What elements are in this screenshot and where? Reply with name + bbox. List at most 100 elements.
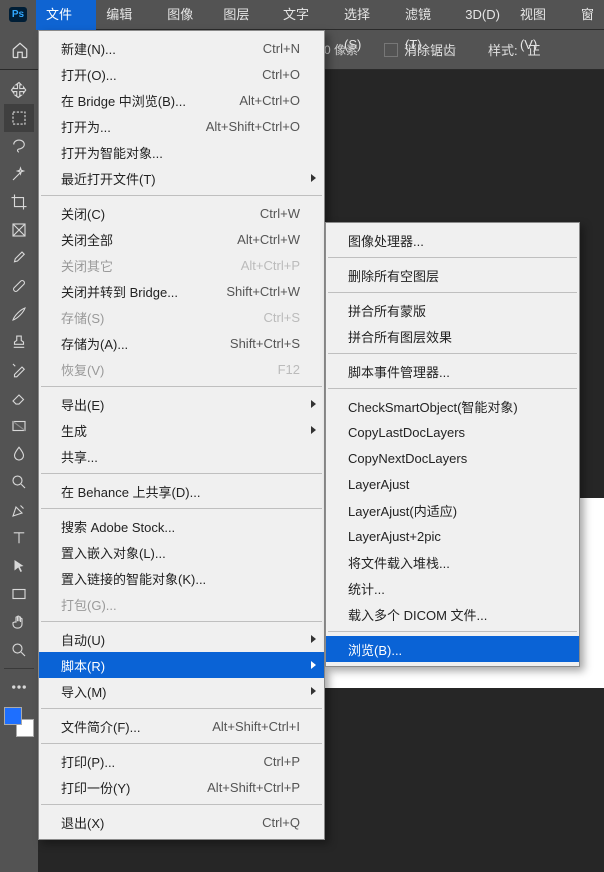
menu-filter[interactable]: 滤镜(T) (395, 0, 455, 30)
menu-item-label: 浏览(B)... (348, 640, 555, 659)
stamp-tool-icon[interactable] (4, 328, 34, 356)
menu-item[interactable]: 打印一份(Y)Alt+Shift+Ctrl+P (39, 774, 324, 800)
hand-tool-icon[interactable] (4, 608, 34, 636)
eraser-tool-icon[interactable] (4, 384, 34, 412)
menu-item[interactable]: 打印(P)...Ctrl+P (39, 748, 324, 774)
rectangle-tool-icon[interactable] (4, 580, 34, 608)
menu-image[interactable]: 图像(I) (157, 0, 213, 30)
menu-item-label: 打开为智能对象... (61, 143, 300, 162)
menu-item[interactable]: 退出(X)Ctrl+Q (39, 809, 324, 835)
menu-3d[interactable]: 3D(D) (455, 0, 510, 30)
scripts-submenu-dropdown: 图像处理器... 删除所有空图层拼合所有蒙版拼合所有图层效果脚本事件管理器... C… (325, 222, 580, 667)
history-brush-tool-icon[interactable] (4, 356, 34, 384)
menu-item[interactable]: 打开(O)...Ctrl+O (39, 61, 324, 87)
menu-item[interactable]: 打开为智能对象... (39, 139, 324, 165)
menu-item[interactable]: LayerAjust (326, 471, 579, 497)
menu-item[interactable]: 拼合所有蒙版 (326, 297, 579, 323)
menu-item-label: 在 Bridge 中浏览(B)... (61, 91, 239, 110)
menu-item-shortcut: Alt+Shift+Ctrl+P (207, 780, 300, 795)
wand-tool-icon[interactable] (4, 160, 34, 188)
menu-item: 关闭其它Alt+Ctrl+P (39, 252, 324, 278)
menu-item-label: 生成 (61, 421, 300, 440)
menu-item-label: 统计... (348, 579, 555, 598)
menu-item[interactable]: LayerAjust(内适应) (326, 497, 579, 523)
menu-item-label: 在 Behance 上共享(D)... (61, 482, 300, 501)
home-icon[interactable] (6, 36, 34, 64)
antialias-checkbox[interactable] (384, 43, 398, 57)
menu-separator (41, 473, 322, 474)
menu-item[interactable]: 最近打开文件(T) (39, 165, 324, 191)
menu-item[interactable]: 拼合所有图层效果 (326, 323, 579, 349)
path-select-tool-icon[interactable] (4, 552, 34, 580)
type-tool-icon[interactable] (4, 524, 34, 552)
menu-item-label: 图像处理器... (348, 231, 555, 250)
brush-tool-icon[interactable] (4, 300, 34, 328)
menu-item[interactable]: 在 Behance 上共享(D)... (39, 478, 324, 504)
menu-item[interactable]: 导入(M) (39, 678, 324, 704)
zoom-tool-icon[interactable] (4, 636, 34, 664)
menu-item[interactable]: 图像处理器... (326, 227, 579, 253)
menu-item[interactable]: 存储为(A)...Shift+Ctrl+S (39, 330, 324, 356)
menu-item-shortcut: F12 (278, 362, 300, 377)
lasso-tool-icon[interactable] (4, 132, 34, 160)
menu-layer[interactable]: 图层(L) (213, 0, 273, 30)
menu-item[interactable]: 自动(U) (39, 626, 324, 652)
menu-item-shortcut: Alt+Shift+Ctrl+O (206, 119, 300, 134)
move-tool-icon[interactable] (4, 76, 34, 104)
dodge-tool-icon[interactable] (4, 468, 34, 496)
frame-tool-icon[interactable] (4, 216, 34, 244)
menu-item[interactable]: 脚本事件管理器... (326, 358, 579, 384)
menu-item-label: 共享... (61, 447, 300, 466)
menu-item[interactable]: 关闭并转到 Bridge...Shift+Ctrl+W (39, 278, 324, 304)
menu-separator (328, 257, 577, 258)
menu-item[interactable]: 搜索 Adobe Stock... (39, 513, 324, 539)
menu-item[interactable]: CheckSmartObject(智能对象) (326, 393, 579, 419)
menu-edit[interactable]: 编辑(E) (96, 0, 157, 30)
menu-item-label: LayerAjust+2pic (348, 529, 555, 544)
menu-item-label: 关闭全部 (61, 230, 237, 249)
left-tool-strip (0, 70, 38, 872)
menu-item-label: LayerAjust(内适应) (348, 501, 555, 520)
ps-badge: Ps (9, 7, 27, 22)
menu-item[interactable]: 关闭全部Alt+Ctrl+W (39, 226, 324, 252)
menu-item[interactable]: 将文件载入堆栈... (326, 549, 579, 575)
more-tools-icon[interactable] (4, 673, 34, 701)
menu-item[interactable]: 共享... (39, 443, 324, 469)
eyedropper-tool-icon[interactable] (4, 244, 34, 272)
menu-window[interactable]: 窗 (571, 0, 604, 30)
blur-tool-icon[interactable] (4, 440, 34, 468)
menu-item[interactable]: LayerAjust+2pic (326, 523, 579, 549)
crop-tool-icon[interactable] (4, 188, 34, 216)
menu-item[interactable]: 删除所有空图层 (326, 262, 579, 288)
menu-item[interactable]: 置入嵌入对象(L)... (39, 539, 324, 565)
menu-text[interactable]: 文字(Y) (273, 0, 334, 30)
menu-item[interactable]: 载入多个 DICOM 文件... (326, 601, 579, 627)
menu-item-label: 置入嵌入对象(L)... (61, 543, 300, 562)
menu-item[interactable]: 在 Bridge 中浏览(B)...Alt+Ctrl+O (39, 87, 324, 113)
healing-tool-icon[interactable] (4, 272, 34, 300)
menu-item[interactable]: 导出(E) (39, 391, 324, 417)
tool-divider (4, 668, 34, 669)
menu-item[interactable]: 统计... (326, 575, 579, 601)
menu-item[interactable]: 脚本(R) (39, 652, 324, 678)
foreground-color[interactable] (4, 707, 22, 725)
menu-item[interactable]: 浏览(B)... (326, 636, 579, 662)
menu-item[interactable]: 新建(N)...Ctrl+N (39, 35, 324, 61)
app-icon: Ps (0, 0, 36, 30)
menu-item[interactable]: 生成 (39, 417, 324, 443)
menu-item[interactable]: CopyNextDocLayers (326, 445, 579, 471)
menu-select[interactable]: 选择(S) (334, 0, 395, 30)
menu-view[interactable]: 视图(V) (510, 0, 571, 30)
marquee-tool-icon[interactable] (4, 104, 34, 132)
menu-item[interactable]: 文件简介(F)...Alt+Shift+Ctrl+I (39, 713, 324, 739)
menu-item[interactable]: CopyLastDocLayers (326, 419, 579, 445)
menu-item[interactable]: 置入链接的智能对象(K)... (39, 565, 324, 591)
gradient-tool-icon[interactable] (4, 412, 34, 440)
menu-separator (328, 292, 577, 293)
menu-file[interactable]: 文件(F) (36, 0, 96, 30)
pen-tool-icon[interactable] (4, 496, 34, 524)
color-swatch[interactable] (4, 707, 34, 737)
menu-item[interactable]: 打开为...Alt+Shift+Ctrl+O (39, 113, 324, 139)
menu-item[interactable]: 关闭(C)Ctrl+W (39, 200, 324, 226)
menu-item: 存储(S)Ctrl+S (39, 304, 324, 330)
